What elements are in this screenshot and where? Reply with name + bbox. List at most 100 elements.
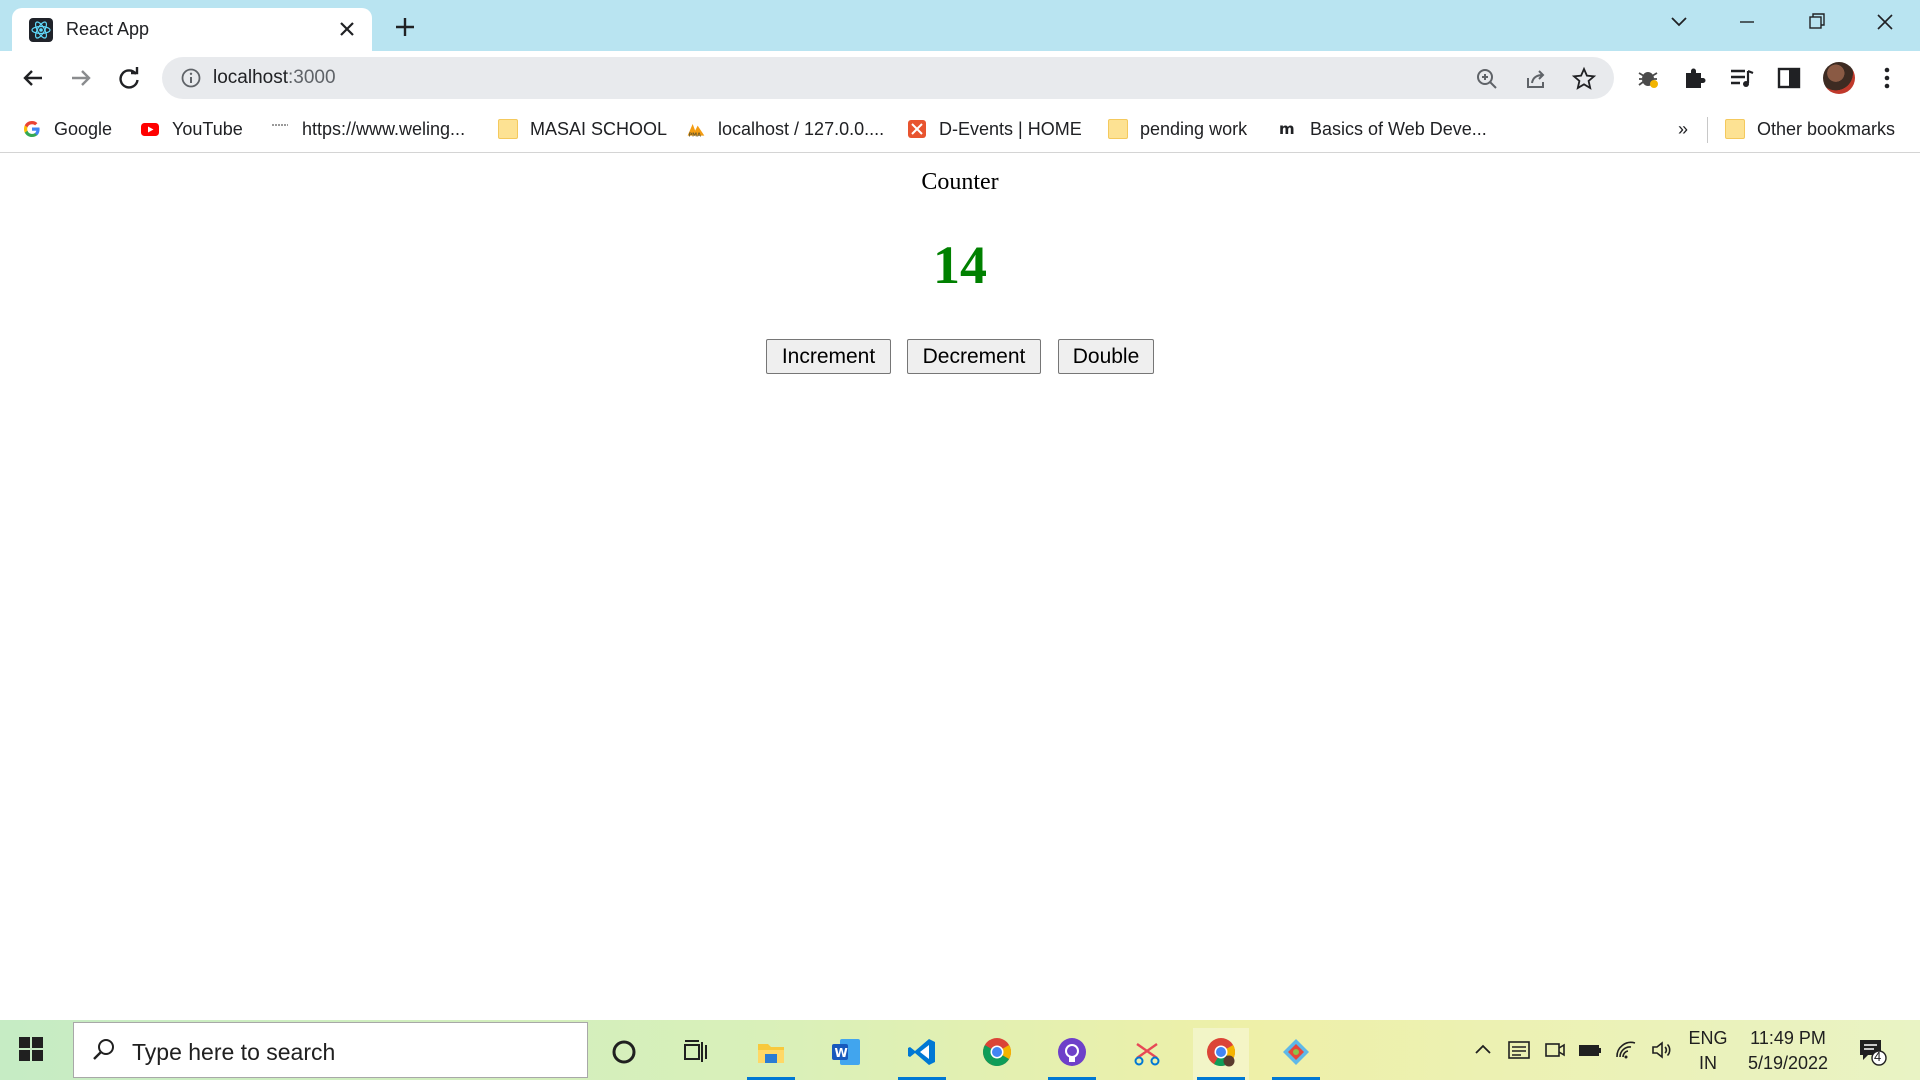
double-button[interactable]: Double [1058, 339, 1154, 374]
windows-start-icon[interactable] [18, 1036, 44, 1062]
language-line1: ENG [1688, 1028, 1728, 1048]
bookmark-basics-web-dev[interactable]: m Basics of Web Deve... [1278, 115, 1487, 143]
clock[interactable]: 11:49 PM 5/19/2022 [1738, 1028, 1838, 1074]
bookmark-label: Google [54, 118, 113, 139]
folder-icon [1725, 119, 1745, 139]
tab-search-chevron-icon[interactable] [1662, 8, 1696, 36]
bookmark-label: pending work [1140, 118, 1248, 139]
close-tab-icon[interactable] [335, 17, 359, 41]
profile-avatar[interactable] [1823, 62, 1855, 94]
chrome-icon [983, 1038, 1011, 1066]
vscode-icon [908, 1039, 935, 1065]
cortana-icon [612, 1040, 636, 1064]
svg-text:PMA: PMA [689, 133, 702, 139]
tab-title: React App [66, 19, 150, 39]
google-icon [24, 121, 40, 137]
word-icon: W [832, 1039, 860, 1065]
language-line2: IN [1699, 1053, 1717, 1073]
page-title: Counter [921, 169, 999, 195]
meet-now-icon[interactable] [1543, 1038, 1567, 1062]
forward-icon[interactable] [66, 63, 96, 93]
medium-icon: m [1279, 120, 1295, 138]
url-port: :3000 [288, 67, 336, 88]
extension-bug-icon[interactable] [1633, 63, 1663, 93]
react-icon [29, 18, 53, 42]
reload-icon[interactable] [114, 63, 144, 93]
task-view-button[interactable] [668, 1028, 724, 1080]
chrome-profile-icon [1207, 1038, 1235, 1067]
back-icon[interactable] [18, 63, 48, 93]
bookmark-star-icon[interactable] [1571, 66, 1597, 92]
bookmark-label: https://www.weling... [302, 118, 466, 139]
folder-icon [498, 119, 518, 139]
volume-icon[interactable] [1650, 1038, 1674, 1062]
zoom-icon[interactable] [1474, 66, 1500, 92]
cortana-button[interactable] [596, 1028, 652, 1080]
decrement-button[interactable]: Decrement [907, 339, 1041, 374]
media-control-icon[interactable] [1727, 63, 1757, 93]
snipping-tool-icon [1134, 1043, 1160, 1066]
git-icon [1283, 1039, 1309, 1065]
bookmark-label: MASAI SCHOOL [530, 118, 668, 139]
taskbar-chrome[interactable] [969, 1028, 1025, 1080]
system-tray-app-icon[interactable] [1507, 1038, 1531, 1062]
language-indicator[interactable]: ENG IN [1684, 1028, 1732, 1074]
bookmark-d-events[interactable]: D-Events | HOME [907, 115, 1082, 143]
bookmark-label: D-Events | HOME [939, 118, 1082, 139]
taskbar-word[interactable]: W [818, 1028, 874, 1080]
bookmark-phpmyadmin[interactable]: PMA localhost / 127.0.0.... [686, 115, 884, 143]
devents-icon [908, 120, 926, 138]
search-placeholder: Type here to search [132, 1039, 336, 1065]
bookmark-welingkar[interactable]: https://www.weling... [270, 115, 465, 143]
browser-titlebar: React App [0, 0, 1920, 51]
page-content: Counter 14 Increment Decrement Double [0, 154, 1920, 1020]
taskbar-snipping-tool[interactable] [1119, 1028, 1175, 1080]
taskbar-chrome-active[interactable] [1193, 1028, 1249, 1080]
bookmark-label: YouTube [172, 118, 243, 139]
menu-kebab-icon[interactable] [1872, 63, 1902, 93]
counter-value: 14 [933, 235, 987, 295]
browser-toolbar: localhost:3000 [0, 51, 1920, 105]
taskbar-vscode[interactable] [894, 1028, 950, 1080]
battery-icon[interactable] [1578, 1038, 1602, 1062]
notification-center-icon[interactable]: 4 [1857, 1036, 1887, 1066]
more-bookmarks-button[interactable]: » [1678, 115, 1688, 143]
taskbar-file-explorer[interactable] [743, 1028, 799, 1080]
restore-icon[interactable] [1799, 8, 1833, 36]
clock-date: 5/19/2022 [1747, 1053, 1829, 1073]
new-tab-icon[interactable] [390, 12, 420, 42]
address-bar[interactable]: localhost:3000 [162, 57, 1614, 99]
tab-react-app[interactable]: React App [12, 8, 372, 51]
share-icon[interactable] [1523, 66, 1549, 92]
more-bookmarks-chevron: » [1678, 118, 1689, 139]
bookmark-label: Basics of Web Deve... [1310, 118, 1487, 139]
side-panel-icon[interactable] [1774, 63, 1804, 93]
phpmyadmin-icon: PMA [687, 124, 705, 139]
github-icon [1058, 1038, 1086, 1066]
show-hidden-icons-chevron-icon[interactable] [1471, 1038, 1495, 1062]
bookmarks-divider [1707, 117, 1708, 143]
url-host: localhost [213, 67, 288, 88]
extensions-puzzle-icon[interactable] [1680, 63, 1710, 93]
taskbar-github-desktop[interactable] [1044, 1028, 1100, 1080]
bookmark-google[interactable]: Google [22, 115, 112, 143]
other-bookmarks-folder[interactable]: Other bookmarks [1725, 115, 1895, 143]
close-window-icon[interactable] [1868, 8, 1902, 36]
taskbar-git-gui[interactable] [1268, 1028, 1324, 1080]
wifi-icon[interactable] [1614, 1038, 1638, 1062]
svg-text:m: m [1279, 120, 1295, 138]
url-text[interactable]: localhost:3000 [213, 67, 336, 89]
bookmark-youtube[interactable]: YouTube [140, 115, 243, 143]
bookmarks-bar: Google YouTube https://www.weling... MAS… [0, 105, 1920, 153]
increment-button[interactable]: Increment [766, 339, 891, 374]
notification-count: 4 [1874, 1049, 1882, 1064]
site-info-icon[interactable] [180, 67, 202, 89]
minimize-icon[interactable] [1730, 8, 1764, 36]
task-view-icon [684, 1040, 707, 1062]
bookmark-masai-school[interactable]: MASAI SCHOOL [498, 115, 667, 143]
clock-time: 11:49 PM [1750, 1028, 1826, 1048]
taskbar-search-box[interactable]: Type here to search [73, 1022, 588, 1078]
bookmark-pending-work[interactable]: pending work [1108, 115, 1247, 143]
search-icon [90, 1036, 118, 1064]
youtube-icon [141, 123, 159, 136]
